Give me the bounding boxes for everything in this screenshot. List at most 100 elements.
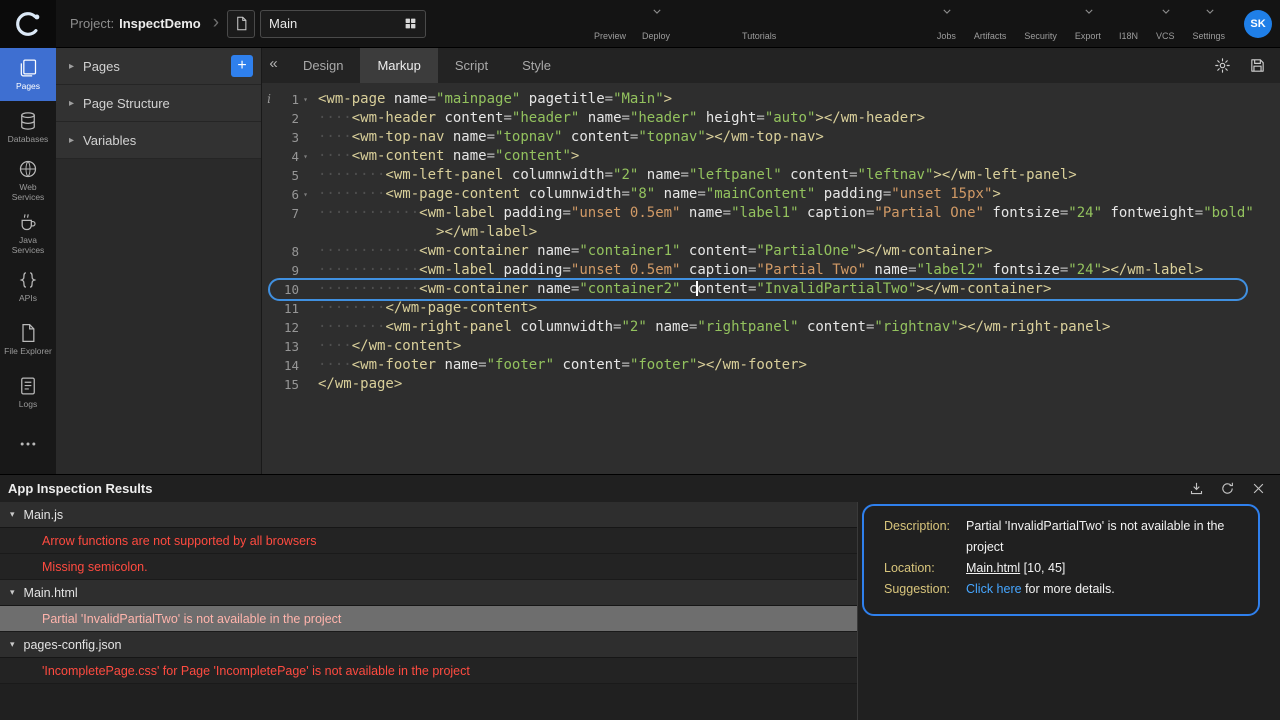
suggestion-link[interactable]: Click here — [966, 582, 1022, 596]
code-line-text: ············<wm-container name="containe… — [312, 242, 1280, 261]
topbar-item-security[interactable]: Security — [1015, 0, 1066, 48]
line-number: 4 — [276, 147, 299, 166]
sidebar-item-logs[interactable]: Logs — [0, 366, 56, 419]
location-file-link[interactable]: Main.html — [966, 561, 1020, 575]
topbar-item-settings[interactable]: Settings — [1183, 0, 1234, 48]
topbar-item-jobs[interactable]: Jobs — [928, 0, 965, 48]
code-line-10[interactable]: 10············<wm-container name="contai… — [262, 280, 1280, 299]
topbar-item-preview[interactable]: Preview — [586, 0, 634, 48]
code-line-text: </wm-page> — [312, 375, 1280, 394]
code-line-9[interactable]: 9············<wm-label padding="unset 0.… — [262, 261, 1280, 280]
explorer-panel: ▸ Pages + ▸ Page Structure ▸ Variables — [56, 48, 262, 474]
topbar-item-label: Jobs — [937, 31, 956, 41]
more-icon — [18, 434, 38, 454]
page-file-button[interactable] — [227, 10, 255, 38]
code-line-5[interactable]: 5········<wm-left-panel columnwidth="2" … — [262, 166, 1280, 185]
inspection-group-pages-config-json[interactable]: ▾ pages-config.json — [0, 632, 857, 658]
sidebar-item-label: APIs — [2, 293, 54, 303]
sidebar-item-web-services[interactable]: Web Services — [0, 154, 56, 207]
sidebar-item-more[interactable] — [0, 419, 56, 472]
topbar-item-tutorials[interactable]: Tutorials — [734, 0, 784, 48]
code-lines: i1▾<wm-page name="mainpage" pagetitle="M… — [262, 90, 1280, 394]
code-line-text: ····</wm-content> — [312, 337, 1280, 356]
app-logo[interactable] — [0, 0, 56, 48]
code-line-11[interactable]: 11········</wm-page-content> — [262, 299, 1280, 318]
download-icon[interactable] — [1189, 481, 1204, 496]
line-gutter: 7 — [262, 204, 312, 223]
fold-caret-icon[interactable]: ▾ — [299, 147, 312, 166]
inspection-issue[interactable]: Missing semicolon. — [0, 554, 857, 580]
line-number: 14 — [276, 356, 299, 375]
tab-style[interactable]: Style — [505, 48, 568, 83]
tab-design[interactable]: Design — [286, 48, 360, 83]
code-line-1[interactable]: i1▾<wm-page name="mainpage" pagetitle="M… — [262, 90, 1280, 109]
tab-script[interactable]: Script — [438, 48, 505, 83]
code-line-continuation[interactable]: ></wm-label> — [262, 223, 1280, 242]
line-number: 8 — [276, 242, 299, 261]
gear-icon[interactable] — [1214, 57, 1231, 74]
topbar-item-artifacts[interactable]: Artifacts — [965, 0, 1016, 48]
code-line-15[interactable]: 15</wm-page> — [262, 375, 1280, 394]
inspection-header: App Inspection Results — [0, 475, 1280, 501]
topbar-item-label: Tutorials — [742, 31, 776, 41]
line-gutter: 10 — [262, 280, 312, 299]
inspection-issue[interactable]: Partial 'InvalidPartialTwo' is not avail… — [0, 606, 857, 632]
document-icon — [234, 16, 249, 31]
database-icon — [18, 111, 38, 131]
code-line-8[interactable]: 8 ············<wm-container name="contain… — [262, 242, 1280, 261]
code-line-3[interactable]: 3····<wm-top-nav name="topnav" content="… — [262, 128, 1280, 147]
fold-caret-icon[interactable]: ▾ — [299, 185, 312, 204]
explorer-section-variables[interactable]: ▸ Variables — [56, 122, 261, 159]
topbar-item-export[interactable]: Export — [1066, 0, 1110, 48]
topbar-item-vcs[interactable]: VCS — [1147, 0, 1184, 48]
inspection-title: App Inspection Results — [8, 481, 1189, 496]
code-line-6[interactable]: 6▾········<wm-page-content columnwidth="… — [262, 185, 1280, 204]
topbar-item-i18n[interactable]: A I18N — [1110, 0, 1147, 48]
code-line-12[interactable]: 12········<wm-right-panel columnwidth="2… — [262, 318, 1280, 337]
inspection-issue-text: Arrow functions are not supported by all… — [42, 534, 316, 548]
code-line-text: ········<wm-right-panel columnwidth="2" … — [312, 318, 1280, 337]
sidebar-item-apis[interactable]: APIs — [0, 260, 56, 313]
chevron-right-icon[interactable]: › — [213, 12, 219, 34]
section-caret-icon: ▸ — [69, 135, 74, 146]
sidebar-item-file-explorer[interactable]: File Explorer — [0, 313, 56, 366]
inspection-group-main-js[interactable]: ▾ Main.js — [0, 502, 857, 528]
chevron-down-icon: ▾ — [10, 509, 15, 520]
chevron-down-icon — [1206, 9, 1214, 14]
inspection-group-main-html[interactable]: ▾ Main.html — [0, 580, 857, 606]
module-sidebar: Pages Databases Web Services Java Servic… — [0, 48, 56, 474]
code-line-14[interactable]: 14····<wm-footer name="footer" content="… — [262, 356, 1280, 375]
page-selector[interactable]: Main — [260, 10, 426, 38]
add-page-button[interactable]: + — [231, 55, 253, 77]
sidebar-item-databases[interactable]: Databases — [0, 101, 56, 154]
project-name: Project:InspectDemo — [70, 16, 201, 31]
explorer-section-pages[interactable]: ▸ Pages + — [56, 48, 261, 85]
refresh-icon[interactable] — [1220, 481, 1235, 496]
line-gutter — [262, 223, 312, 242]
inspection-issue[interactable]: 'IncompletePage.css' for Page 'Incomplet… — [0, 658, 857, 684]
user-avatar[interactable]: SK — [1244, 10, 1272, 38]
line-number: 7 — [276, 204, 299, 223]
explorer-section-page-structure[interactable]: ▸ Page Structure — [56, 85, 261, 122]
code-line-text: ········</wm-page-content> — [312, 299, 1280, 318]
code-line-7[interactable]: 7············<wm-label padding="unset 0.… — [262, 204, 1280, 223]
fold-caret-icon[interactable]: ▾ — [299, 90, 312, 109]
line-gutter: 4▾ — [262, 147, 312, 166]
sidebar-item-java-services[interactable]: Java Services — [0, 207, 56, 260]
line-number: 9 — [276, 261, 299, 280]
topbar: Project:InspectDemo › Main Preview Deplo… — [0, 0, 1280, 48]
inspection-panel: App Inspection Results ▾ Main.js Arrow f… — [0, 474, 1280, 720]
line-number: 3 — [276, 128, 299, 147]
save-icon[interactable] — [1249, 57, 1266, 74]
collapse-panel-button[interactable]: « — [265, 55, 282, 76]
inspection-issue[interactable]: Arrow functions are not supported by all… — [0, 528, 857, 554]
code-editor[interactable]: i1▾<wm-page name="mainpage" pagetitle="M… — [262, 83, 1280, 394]
code-line-13[interactable]: 13 ····</wm-content> — [262, 337, 1280, 356]
topbar-item-deploy[interactable]: Deploy — [634, 0, 678, 48]
code-line-4[interactable]: 4▾····<wm-content name="content"> — [262, 147, 1280, 166]
close-icon[interactable] — [1251, 481, 1266, 496]
line-number: 13 — [276, 337, 299, 356]
sidebar-item-pages[interactable]: Pages — [0, 48, 56, 101]
code-line-2[interactable]: 2····<wm-header content="header" name="h… — [262, 109, 1280, 128]
tab-markup[interactable]: Markup — [360, 48, 437, 83]
